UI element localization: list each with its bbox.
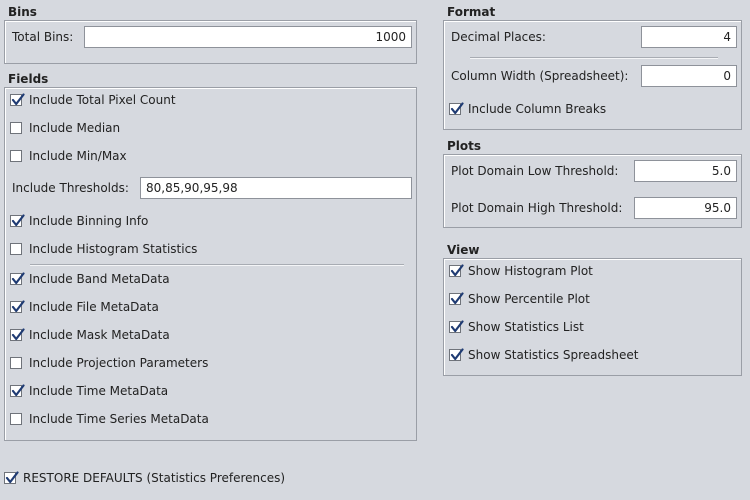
checkbox-box[interactable] [449, 292, 464, 305]
include-thresholds-input[interactable] [140, 177, 412, 199]
total-bins-label: Total Bins: [12, 30, 74, 44]
check-icon [450, 102, 464, 115]
check-icon [11, 214, 25, 227]
checkbox-label: RESTORE DEFAULTS (Statistics Preferences… [23, 471, 286, 485]
view-section-title: View [447, 243, 480, 257]
check-icon [5, 471, 19, 484]
include-projection-parameters-checkbox[interactable]: Include Projection Parameters [10, 353, 208, 373]
fields-separator [30, 264, 404, 266]
include-band-metadata-checkbox[interactable]: Include Band MetaData [10, 269, 170, 289]
check-icon [11, 300, 25, 313]
include-column-breaks-checkbox[interactable]: Include Column Breaks [449, 99, 606, 119]
check-icon [11, 384, 25, 397]
include-histogram-statistics-checkbox[interactable]: Include Histogram Statistics [10, 239, 197, 259]
column-width-input[interactable] [641, 65, 737, 87]
checkbox-label: Include Median [29, 121, 121, 135]
checkbox-box[interactable] [10, 413, 22, 425]
checkbox-box[interactable] [10, 93, 25, 106]
show-histogram-plot-checkbox[interactable]: Show Histogram Plot [449, 261, 593, 281]
checkbox-box[interactable] [10, 300, 25, 313]
include-median-checkbox[interactable]: Include Median [10, 118, 120, 138]
check-icon [450, 320, 464, 333]
include-mask-metadata-checkbox[interactable]: Include Mask MetaData [10, 325, 170, 345]
check-icon [450, 264, 464, 277]
show-statistics-spreadsheet-checkbox[interactable]: Show Statistics Spreadsheet [449, 345, 638, 365]
check-icon [11, 93, 25, 106]
checkbox-box[interactable] [10, 122, 22, 134]
checkbox-box[interactable] [10, 272, 25, 285]
checkbox-box[interactable] [10, 214, 25, 227]
checkbox-box[interactable] [10, 357, 22, 369]
include-time-series-metadata-checkbox[interactable]: Include Time Series MetaData [10, 409, 209, 429]
format-separator [470, 57, 718, 59]
checkbox-label: Include Time Series MetaData [29, 412, 209, 426]
plots-section-title: Plots [447, 139, 482, 153]
low-threshold-label: Plot Domain Low Threshold: [451, 164, 619, 178]
checkbox-label: Include Projection Parameters [29, 356, 209, 370]
checkbox-label: Include Binning Info [29, 214, 149, 228]
checkbox-label: Include Column Breaks [468, 102, 607, 116]
checkbox-box[interactable] [10, 243, 22, 255]
check-icon [11, 328, 25, 341]
checkbox-box[interactable] [449, 320, 464, 333]
fields-section-title: Fields [8, 72, 49, 86]
checkbox-box[interactable] [4, 471, 19, 484]
check-icon [11, 272, 25, 285]
checkbox-box[interactable] [10, 328, 25, 341]
checkbox-box[interactable] [10, 150, 22, 162]
checkbox-label: Include Mask MetaData [29, 328, 170, 342]
total-bins-input[interactable] [84, 26, 412, 48]
checkbox-label: Include Time MetaData [29, 384, 169, 398]
checkbox-box[interactable] [449, 264, 464, 277]
include-total-pixel-count-checkbox[interactable]: Include Total Pixel Count [10, 90, 176, 110]
checkbox-label: Include Histogram Statistics [29, 242, 198, 256]
include-file-metadata-checkbox[interactable]: Include File MetaData [10, 297, 159, 317]
include-binning-info-checkbox[interactable]: Include Binning Info [10, 211, 148, 231]
checkbox-label: Include File MetaData [29, 300, 159, 314]
restore-defaults-checkbox[interactable]: RESTORE DEFAULTS (Statistics Preferences… [4, 468, 285, 488]
check-icon [450, 292, 464, 305]
checkbox-label: Include Band MetaData [29, 272, 170, 286]
include-min-max-checkbox[interactable]: Include Min/Max [10, 146, 127, 166]
decimal-places-input[interactable] [641, 26, 737, 48]
include-time-metadata-checkbox[interactable]: Include Time MetaData [10, 381, 168, 401]
format-section-title: Format [447, 5, 496, 19]
checkbox-label: Show Histogram Plot [468, 264, 593, 278]
include-thresholds-label: Include Thresholds: [12, 181, 129, 195]
checkbox-label: Include Min/Max [29, 149, 127, 163]
checkbox-label: Include Total Pixel Count [29, 93, 176, 107]
check-icon [450, 348, 464, 361]
high-threshold-input[interactable] [634, 197, 737, 219]
checkbox-label: Show Statistics Spreadsheet [468, 348, 639, 362]
column-width-label: Column Width (Spreadsheet): [451, 69, 629, 83]
checkbox-box[interactable] [449, 348, 464, 361]
low-threshold-input[interactable] [634, 160, 737, 182]
checkbox-label: Show Percentile Plot [468, 292, 590, 306]
checkbox-box[interactable] [449, 102, 464, 115]
checkbox-box[interactable] [10, 384, 25, 397]
checkbox-label: Show Statistics List [468, 320, 584, 334]
high-threshold-label: Plot Domain High Threshold: [451, 201, 623, 215]
bins-section-title: Bins [8, 5, 37, 19]
show-statistics-list-checkbox[interactable]: Show Statistics List [449, 317, 584, 337]
decimal-places-label: Decimal Places: [451, 30, 546, 44]
show-percentile-plot-checkbox[interactable]: Show Percentile Plot [449, 289, 590, 309]
